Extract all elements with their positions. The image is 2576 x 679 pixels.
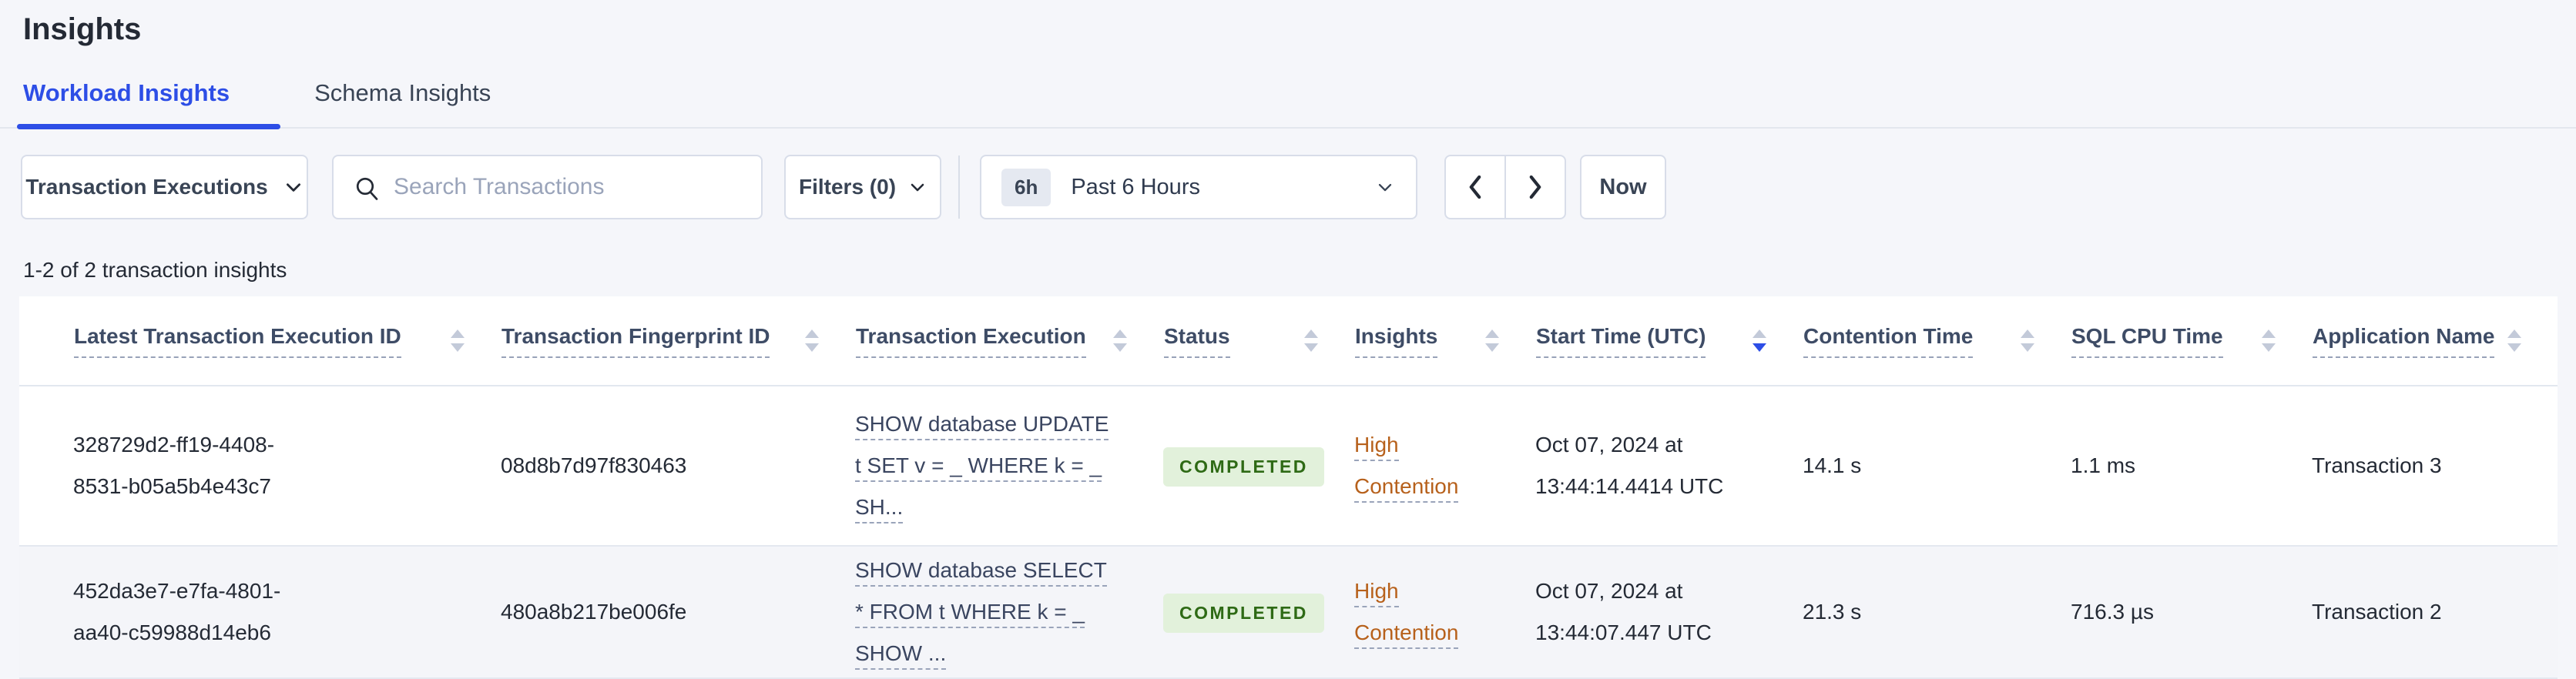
now-button[interactable]: Now bbox=[1580, 155, 1666, 219]
contention-time-cell: 21.3 s bbox=[1803, 546, 2071, 679]
tab-bar: Workload Insights Schema Insights bbox=[0, 79, 2576, 129]
column-header-sql-cpu-time[interactable]: SQL CPU Time bbox=[2071, 296, 2312, 386]
insights-cell: High Contention bbox=[1354, 546, 1535, 679]
page-title: Insights bbox=[23, 12, 142, 46]
transaction-execution-cell: SHOW database UPDATE t SET v = _ WHERE k… bbox=[855, 386, 1163, 547]
transaction-execution-link[interactable]: SHOW database SELECT * FROM t WHERE k = … bbox=[855, 558, 1107, 670]
transaction-insights-table: Latest Transaction Execution ID Transact… bbox=[19, 296, 2558, 679]
results-count: 1-2 of 2 transaction insights bbox=[23, 258, 287, 282]
chevron-down-icon bbox=[283, 177, 304, 197]
table-row: 328729d2-ff19-4408-8531-b05a5b4e43c7 08d… bbox=[19, 386, 2558, 547]
table-row: 452da3e7-e7fa-4801-aa40-c59988d14eb6 480… bbox=[19, 546, 2558, 679]
tab-workload-insights[interactable]: Workload Insights bbox=[16, 79, 281, 129]
chevron-down-icon bbox=[908, 178, 927, 196]
execution-type-dropdown[interactable]: Transaction Executions bbox=[21, 155, 308, 219]
sort-arrows-icon[interactable] bbox=[1753, 329, 1766, 352]
time-pager bbox=[1444, 155, 1566, 219]
transaction-execution-link[interactable]: SHOW database UPDATE t SET v = _ WHERE k… bbox=[855, 412, 1109, 523]
fingerprint-id-cell: 08d8b7d97f830463 bbox=[501, 386, 855, 547]
toolbar: Transaction Executions Filters (0) 6h Pa… bbox=[0, 155, 2576, 219]
execution-type-label: Transaction Executions bbox=[25, 175, 268, 199]
sort-arrows-icon[interactable] bbox=[805, 329, 819, 352]
sql-cpu-time-cell: 1.1 ms bbox=[2071, 386, 2312, 547]
time-previous-button[interactable] bbox=[1444, 155, 1506, 219]
insights-cell: High Contention bbox=[1354, 386, 1535, 547]
status-cell: COMPLETED bbox=[1163, 386, 1354, 547]
time-range-badge: 6h bbox=[1001, 168, 1052, 206]
chevron-left-icon bbox=[1464, 174, 1487, 200]
status-badge: COMPLETED bbox=[1163, 447, 1324, 487]
search-box bbox=[332, 155, 763, 219]
execution-id-cell: 328729d2-ff19-4408-8531-b05a5b4e43c7 bbox=[19, 386, 501, 547]
sort-arrows-icon[interactable] bbox=[2262, 329, 2276, 352]
fingerprint-id-cell: 480a8b217be006fe bbox=[501, 546, 855, 679]
time-next-button[interactable] bbox=[1504, 155, 1566, 219]
column-header-fingerprint-id[interactable]: Transaction Fingerprint ID bbox=[501, 296, 855, 386]
application-name-cell: Transaction 3 bbox=[2312, 386, 2558, 547]
application-name-cell: Transaction 2 bbox=[2312, 546, 2558, 679]
sort-arrows-icon[interactable] bbox=[1304, 329, 1318, 352]
status-cell: COMPLETED bbox=[1163, 546, 1354, 679]
start-time-cell: Oct 07, 2024 at 13:44:14.4414 UTC bbox=[1535, 386, 1803, 547]
toolbar-divider bbox=[958, 156, 960, 219]
time-range-picker[interactable]: 6h Past 6 Hours bbox=[980, 155, 1417, 219]
chevron-right-icon bbox=[1524, 174, 1547, 200]
filters-label: Filters (0) bbox=[798, 175, 897, 199]
sort-arrows-icon[interactable] bbox=[2507, 329, 2521, 352]
tab-schema-insights[interactable]: Schema Insights bbox=[314, 79, 491, 127]
column-header-start-time[interactable]: Start Time (UTC) bbox=[1535, 296, 1803, 386]
search-input[interactable] bbox=[334, 156, 761, 218]
sql-cpu-time-cell: 716.3 µs bbox=[2071, 546, 2312, 679]
sort-arrows-icon[interactable] bbox=[2021, 329, 2034, 352]
sort-arrows-icon[interactable] bbox=[1113, 329, 1127, 352]
execution-id-cell: 452da3e7-e7fa-4801-aa40-c59988d14eb6 bbox=[19, 546, 501, 679]
column-header-application-name[interactable]: Application Name bbox=[2312, 296, 2558, 386]
column-header-status[interactable]: Status bbox=[1163, 296, 1354, 386]
filters-dropdown[interactable]: Filters (0) bbox=[784, 155, 941, 219]
chevron-down-icon bbox=[1374, 176, 1396, 198]
sort-arrows-icon[interactable] bbox=[1485, 329, 1499, 352]
status-badge: COMPLETED bbox=[1163, 594, 1324, 633]
contention-time-cell: 14.1 s bbox=[1803, 386, 2071, 547]
time-range-label: Past 6 Hours bbox=[1071, 174, 1200, 199]
sort-arrows-icon[interactable] bbox=[451, 329, 465, 352]
now-button-label: Now bbox=[1599, 174, 1647, 199]
column-header-latest-execution-id[interactable]: Latest Transaction Execution ID bbox=[19, 296, 501, 386]
column-header-transaction-execution[interactable]: Transaction Execution bbox=[855, 296, 1163, 386]
table-header-row: Latest Transaction Execution ID Transact… bbox=[19, 296, 2558, 386]
transaction-execution-cell: SHOW database SELECT * FROM t WHERE k = … bbox=[855, 546, 1163, 679]
high-contention-link[interactable]: High Contention bbox=[1354, 433, 1459, 503]
high-contention-link[interactable]: High Contention bbox=[1354, 579, 1459, 649]
search-icon bbox=[354, 175, 381, 202]
column-header-contention-time[interactable]: Contention Time bbox=[1803, 296, 2071, 386]
insights-table-card: Latest Transaction Execution ID Transact… bbox=[19, 296, 2558, 679]
column-header-insights[interactable]: Insights bbox=[1354, 296, 1535, 386]
start-time-cell: Oct 07, 2024 at 13:44:07.447 UTC bbox=[1535, 546, 1803, 679]
